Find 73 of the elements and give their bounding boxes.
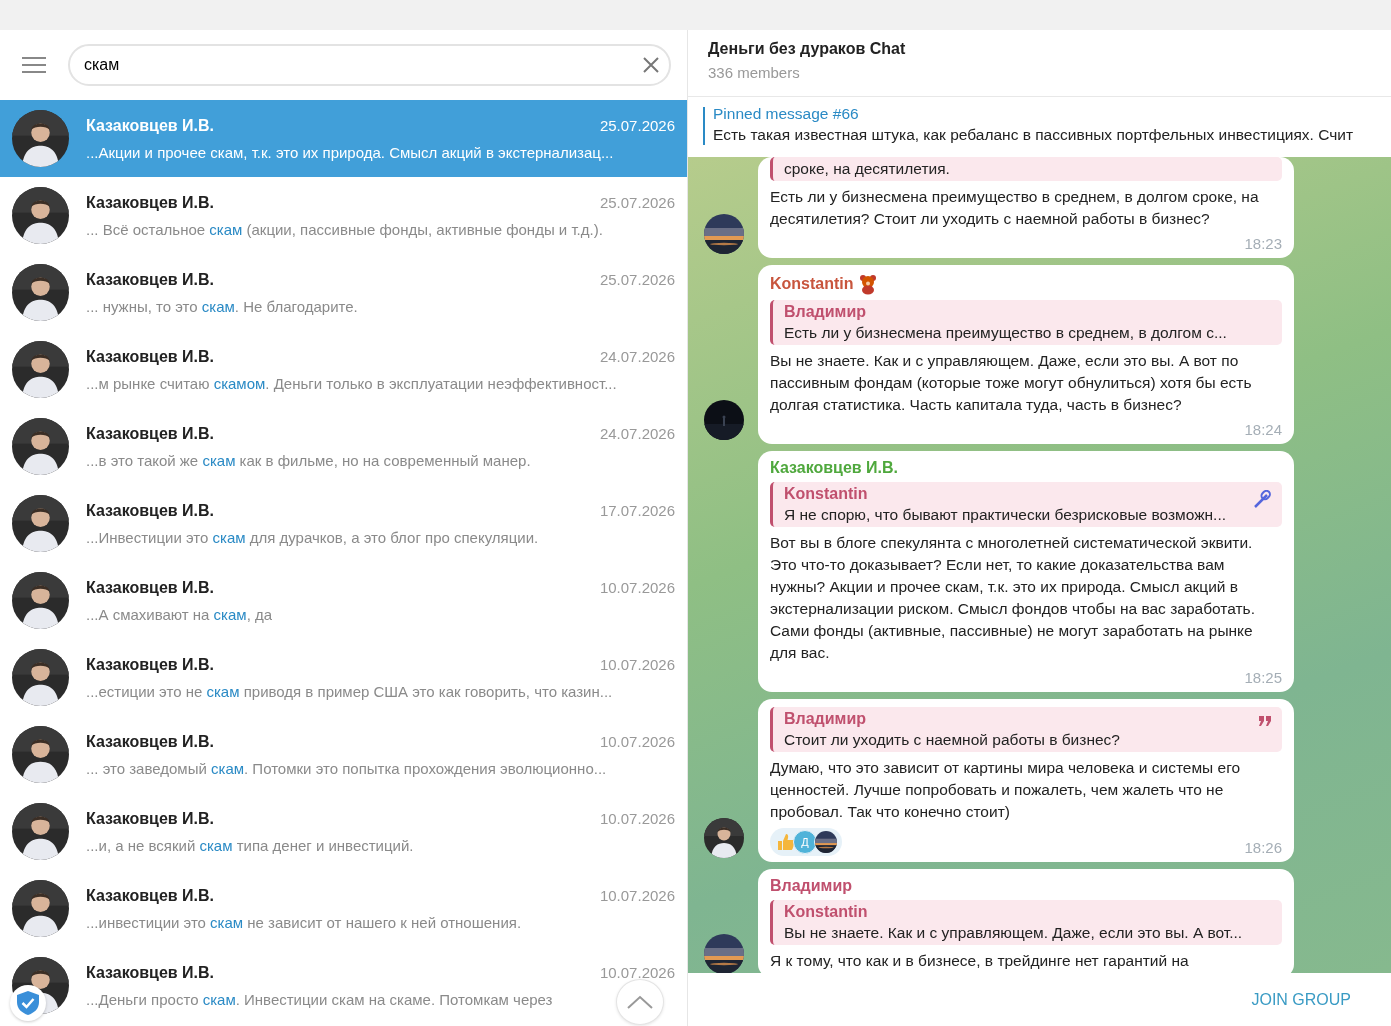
quote-text: Есть ли у бизнесмена преимущество в среднем, в долгом с... — [784, 324, 1228, 342]
message-text: Есть ли у бизнесмена преимущество в среднем, в долгом сроке, на десятилетия? Стоит ли уходить с наемной работы в бизнес? — [770, 187, 1260, 229]
sender-name: Казаковцев И.В. — [86, 501, 215, 520]
message-date: 25.07.2026 — [599, 193, 675, 212]
quote-text: Я не спорю, что бывают практически безрисковые возможн... — [784, 506, 1228, 524]
pinned-text: Есть такая известная штука, как ребаланс в пассивных портфельных инвестициях. Счит — [713, 126, 1355, 144]
sender-name: Казаковцев И.В. — [86, 809, 215, 828]
message-time: 18:26 — [1244, 839, 1282, 856]
sender-name: Казаковцев И.В. — [86, 655, 215, 674]
quote-author: Konstantin — [784, 903, 868, 921]
reply-quote[interactable]: Владимир Есть ли у бизнесмена преимущество в среднем, в долгом с... — [770, 300, 1282, 345]
reply-quote[interactable]: Konstantin Вы не знаете. Как и с управляющем. Даже, если это вы. А вот... — [770, 900, 1282, 945]
sender-name: Казаковцев И.В. — [86, 116, 215, 135]
message-time: 18:24 — [1244, 421, 1282, 438]
message-snippet: ...Инвестиции это скам для дурачков, а это блог про спекуляции. — [86, 528, 539, 546]
reaction-avatar: Д — [793, 830, 817, 854]
sender-name: Казаковцев И.В. — [86, 732, 215, 751]
message-date: 10.07.2026 — [599, 886, 675, 905]
member-count: 336 members — [708, 64, 801, 81]
menu-icon[interactable] — [22, 56, 46, 74]
message-date: 25.07.2026 — [599, 270, 675, 289]
message-snippet: ...инвестиции это скам не зависит от нашего к ней отношения. — [86, 913, 522, 931]
thumbs-up-icon — [776, 832, 796, 852]
message-snippet: ... это заведомый скам. Потомки это попытка прохождения эволюционно... — [86, 759, 607, 777]
sender-name: Казаковцев И.В. — [86, 886, 215, 905]
sender-name: Казаковцев И.В. — [86, 193, 215, 212]
sender-name: Konstantin — [770, 275, 854, 293]
message-date: 24.07.2026 — [599, 347, 675, 366]
sender-name: Казаковцев И.В. — [770, 459, 899, 477]
message-time: 18:25 — [1244, 669, 1282, 686]
message-date: 10.07.2026 — [599, 655, 675, 674]
message-text: Я к тому, что как и в бизнесе, в трейдинге нет гарантий на — [770, 951, 1190, 971]
message-text: Думаю, что это зависит от картины мира человека и системы его ценностей. Лучше попробовать и пожалеть, чем жалеть что не пробовал. Так что конечно стоит) — [770, 758, 1242, 822]
quote-author: Владимир — [784, 303, 867, 321]
message-snippet: ...м рынке считаю скамом. Деньги только в эксплуатации неэффективност... — [86, 374, 617, 392]
message-date: 10.07.2026 — [599, 732, 675, 751]
pinned-label: Pinned message #66 — [713, 105, 860, 123]
quote-icon — [1258, 715, 1272, 727]
message-snippet: ... нужны, то это скам. Не благодарите. — [86, 297, 358, 315]
message-snippet: ...А смахивают на скам, да — [86, 605, 273, 623]
message-text: Вы не знаете. Как и с управляющем. Даже, если это вы. А вот по пассивным фондам (которые тоже могут обнулиться) хотя бы есть долгая статистика. Часть капитала туда, часть в бизнес? — [770, 351, 1253, 415]
reply-quote[interactable]: сроке, на десятилетия. — [770, 157, 1282, 181]
message-date: 10.07.2026 — [599, 809, 675, 828]
quote-text: Вы не знаете. Как и с управляющем. Даже, если это вы. А вот... — [784, 924, 1244, 942]
quote-text: сроке, на десятилетия. — [784, 160, 951, 178]
quote-author: Konstantin — [784, 485, 868, 503]
message-snippet: ...и, а не всякий скам типа денег и инвестиций. — [86, 836, 414, 854]
message-date: 24.07.2026 — [599, 424, 675, 443]
message-snippet: ...Акции и прочее скам, т.к. это их природа. Смысл акций в экстернализац... — [86, 143, 614, 161]
message-date: 17.07.2026 — [599, 501, 675, 520]
message-date: 25.07.2026 — [599, 116, 675, 135]
chat-title: Деньги без дураков Chat — [708, 40, 907, 58]
close-icon[interactable] — [643, 57, 659, 73]
sender-name: Владимир — [770, 877, 853, 895]
caret-up-icon — [627, 995, 653, 1009]
message-snippet: ...в это такой же скам как в фильме, но на современный манер. — [86, 451, 531, 469]
message-snippet: ...естиции это не скам приводя в пример США это как говорить, что казин... — [86, 682, 613, 700]
sender-name: Казаковцев И.В. — [86, 347, 215, 366]
message-text: Вот вы в блоге спекулянта с многолетней систематической эквити. Это что-то доказывает? Если нет, то какие доказательства вам нужны? Акции и прочее скам, т.к. это их природа. Смысл акций в экстернализации риском. Смысл фондов чтобы на вас заработать. Сами фонды (активные, пассивные) не могут заработать на рынке для вас. — [770, 533, 1256, 663]
sender-name: Казаковцев И.В. — [86, 270, 215, 289]
search-field[interactable]: скам — [68, 44, 671, 86]
reply-quote[interactable]: Владимир Стоит ли уходить с наемной работы в бизнес? — [770, 707, 1282, 752]
message-date: 10.07.2026 — [599, 963, 675, 982]
quote-author: Владимир — [784, 710, 867, 728]
quote-text: Стоит ли уходить с наемной работы в бизнес? — [784, 731, 1121, 749]
sender-name: Казаковцев И.В. — [86, 963, 215, 982]
message-snippet: ...Деньги просто скам. Инвестиции скам на скаме. Потомкам через — [86, 990, 553, 1008]
sender-name: Казаковцев И.В. — [86, 578, 215, 597]
message-snippet: ... Всё остальное скам (акции, пассивные фонды, активные фонды и т.д.). — [86, 220, 603, 238]
message-time: 18:23 — [1244, 235, 1282, 252]
message-date: 10.07.2026 — [599, 578, 675, 597]
sender-name: Казаковцев И.В. — [86, 424, 215, 443]
reply-quote[interactable]: Konstantin Я не спорю, что бывают практически безрисковые возможн... — [770, 482, 1282, 527]
